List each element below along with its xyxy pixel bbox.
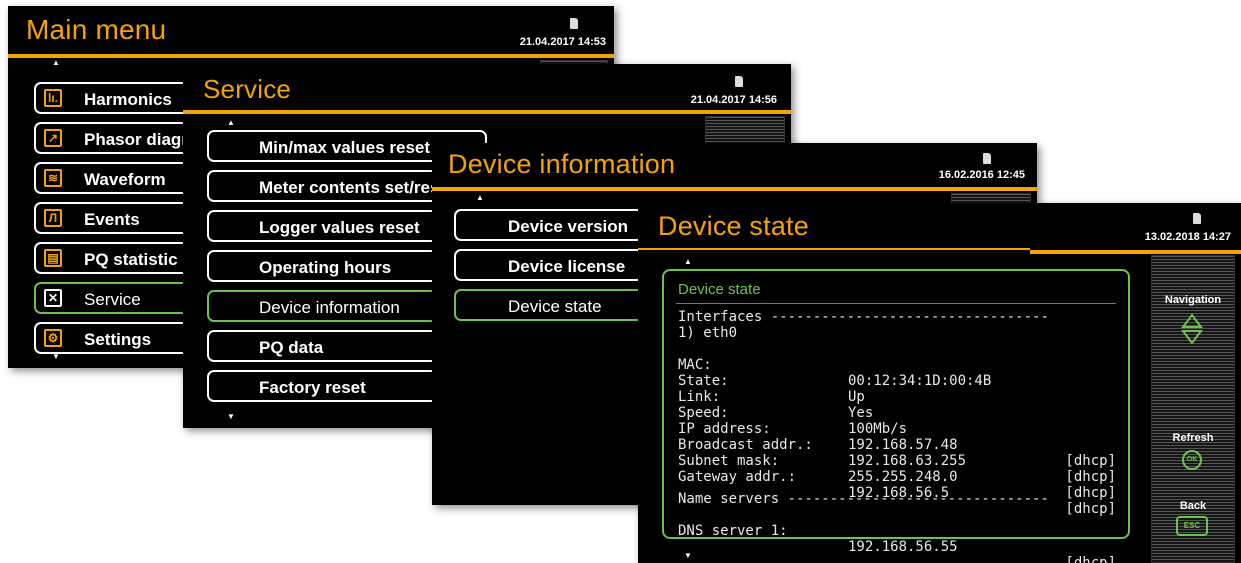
info-item-device-state[interactable]: Device state [454,289,644,321]
page-title: Device information [448,149,676,179]
back-label: Back [1179,500,1207,512]
ok-key-label: OK [1186,456,1198,463]
waveform-icon: ≋ [44,169,62,187]
sd-card-icon [1193,213,1201,224]
row-label: DNS server 1: [678,523,788,539]
row-tag: [dhcp] [1065,469,1116,485]
menu-item-label: Harmonics [84,90,172,109]
menu-item-label: Service [84,290,141,309]
menu-item-label: Waveform [84,170,166,189]
header-divider-left [638,248,1030,250]
esc-key-label: ESC [1183,521,1201,530]
menu-item-label: Device information [259,298,400,317]
menu-item-label: Device state [508,297,602,316]
state-row: Link: Yes [678,373,1116,421]
refresh-label: Refresh [1172,432,1214,444]
scroll-up-icon[interactable]: ▲ [476,193,484,202]
menu-item-label: Factory reset [259,378,366,397]
state-row: Speed: 100Mb/s [678,389,1116,437]
sd-card-icon [735,76,743,87]
dns-row: DNS server 1: 192.168.56.55 [dhcp] [678,507,1116,563]
page-title: Main menu [26,14,167,45]
datetime: 13.02.2018 14:27 [1144,231,1231,243]
esc-button[interactable]: ESC [1176,516,1208,536]
state-row: Gateway addr.: 192.168.56.5 [dhcp] [678,453,1116,517]
name-servers-header: Name servers ---------------------------… [678,491,1049,507]
settings-icon: ⚙ [44,329,62,347]
scroll-up-icon[interactable]: ▲ [227,118,235,127]
harmonics-icon: lı. [44,89,62,107]
datetime: 16.02.2016 12:45 [938,169,1025,181]
sd-card-icon [983,153,991,164]
info-item-device-version[interactable]: Device version [454,209,644,241]
navigation-arrows-icon[interactable] [1180,313,1204,345]
state-row: State: Up [678,357,1116,405]
menu-item-label: Min/max values reset [259,138,431,157]
row-value: 192.168.56.55 [848,539,958,555]
panel-title: Device state [678,281,761,298]
row-tag: [dhcp] [1065,555,1116,563]
panel-divider [676,303,1116,304]
page-title: Device state [658,211,809,241]
events-icon: Л [44,209,62,227]
menu-item-label: Device license [508,257,626,276]
menu-item-label: Logger values reset [259,218,420,237]
navigation-label: Navigation [1164,294,1222,306]
service-icon: ✕ [44,289,62,307]
menu-item-label: Settings [84,330,152,349]
state-row: IP address: 192.168.57.48 [dhcp] [678,405,1116,469]
datetime: 21.04.2017 14:56 [690,94,777,106]
page-title: Service [203,74,292,104]
scroll-down-icon[interactable]: ▼ [227,412,235,421]
scroll-up-icon[interactable]: ▲ [52,58,60,67]
menu-item-label: Device version [508,217,629,236]
menu-item-label: Meter contents set/reset [259,178,455,197]
device-state-screen: Device state 13.02.2018 14:27 ▲ ▼ Device… [638,203,1241,563]
menu-item-label: PQ data [259,338,324,357]
interface-name: 1) eth0 [678,325,738,341]
interfaces-header: Interfaces -----------------------------… [678,309,1049,325]
sidebar-panel: Navigation Refresh OK Back ESC [1151,255,1235,563]
scroll-up-icon[interactable]: ▲ [684,257,692,266]
menu-item-label: Operating hours [259,258,392,277]
state-row: Subnet mask: 255.255.248.0 [dhcp] [678,437,1116,501]
sd-card-icon [570,18,578,29]
header-divider [432,187,1037,191]
menu-item-label: PQ statistic [84,250,178,269]
info-item-device-license[interactable]: Device license [454,249,644,281]
state-row: Broadcast addr.: 192.168.63.255 [dhcp] [678,421,1116,485]
header-divider [183,110,791,114]
row-value: 255.255.248.0 [848,469,958,485]
phasor-icon: ↗ [44,129,62,147]
row-label: Gateway addr.: [678,469,797,485]
pq-statistic-icon: ▤ [44,249,62,267]
device-state-panel: Device state Interfaces ----------------… [662,269,1130,563]
ok-button[interactable]: OK [1182,450,1202,470]
state-row: MAC: 00:12:34:1D:00:4B [678,341,1116,389]
header-divider [8,54,614,58]
menu-item-label: Events [84,210,140,229]
header-divider [1030,250,1241,254]
datetime: 21.04.2017 14:53 [519,36,606,48]
